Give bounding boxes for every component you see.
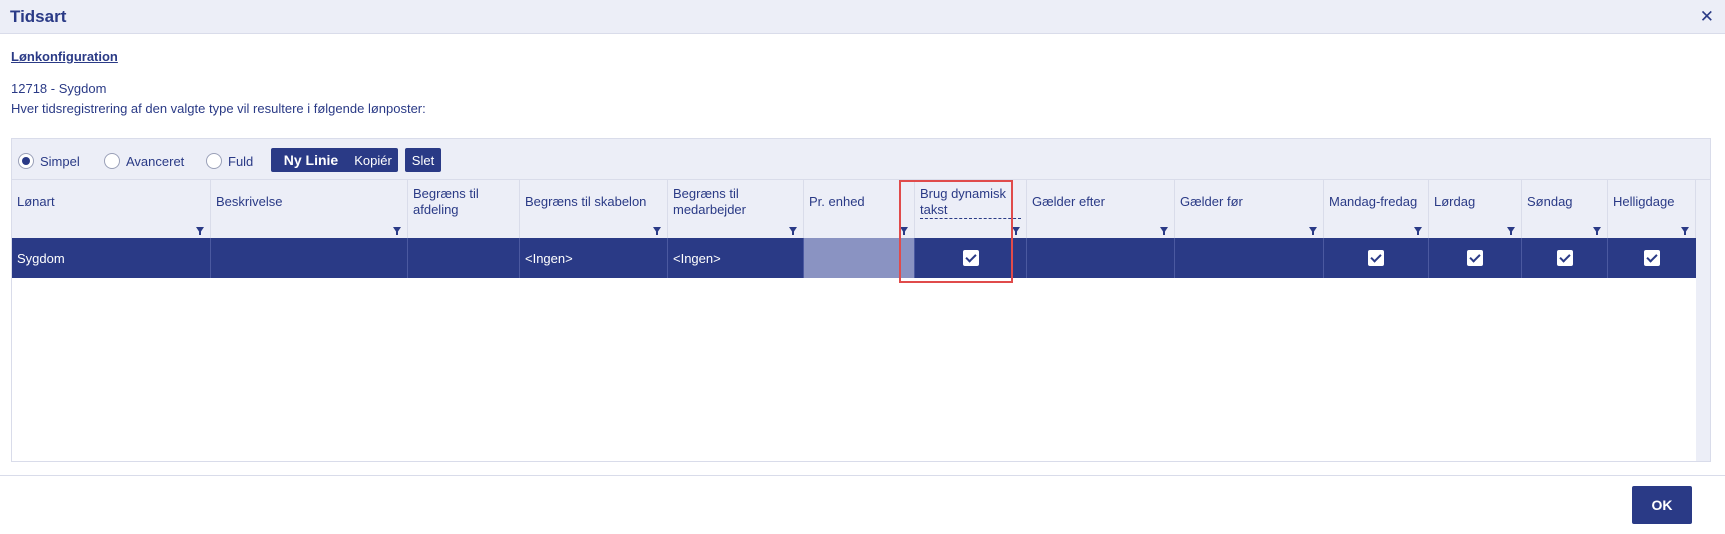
checkbox-checked-icon[interactable] xyxy=(1467,250,1483,266)
dialog-titlebar: Tidsart ✕ xyxy=(0,0,1725,34)
cell-dynamisk-takst[interactable] xyxy=(915,238,1027,278)
radio-avanceret-label: Avanceret xyxy=(126,153,185,169)
radio-simpel-label: Simpel xyxy=(40,153,80,169)
column-header-dynamisk-takst[interactable]: Brug dynamisk takst xyxy=(915,180,1027,238)
radio-avanceret[interactable]: Avanceret xyxy=(104,152,184,170)
close-icon[interactable]: ✕ xyxy=(1700,7,1714,27)
checkbox-checked-icon[interactable] xyxy=(1368,250,1384,266)
cell-afdeling[interactable] xyxy=(408,238,520,278)
filter-icon[interactable] xyxy=(1414,227,1422,235)
column-header-helligdage[interactable]: Helligdage xyxy=(1608,180,1696,238)
column-header-mandag-fredag[interactable]: Mandag-fredag xyxy=(1324,180,1429,238)
filter-icon[interactable] xyxy=(789,227,797,235)
checkbox-checked-icon[interactable] xyxy=(1644,250,1660,266)
cell-mandag-fredag[interactable] xyxy=(1324,238,1429,278)
checkbox-checked-icon[interactable] xyxy=(962,250,979,266)
salary-code-text: 12718 - Sygdom xyxy=(11,81,107,96)
radio-selected-icon xyxy=(18,153,34,169)
filter-icon[interactable] xyxy=(900,227,908,235)
radio-unselected-icon xyxy=(206,153,222,169)
cell-gaelder-efter[interactable] xyxy=(1027,238,1175,278)
cell-gaelder-for[interactable] xyxy=(1175,238,1324,278)
delete-button[interactable]: Slet xyxy=(405,148,441,172)
column-header-lordag[interactable]: Lørdag xyxy=(1429,180,1522,238)
description-text: Hver tidsregistrering af den valgte type… xyxy=(11,101,426,116)
table-row[interactable]: Sygdom <Ingen> <Ingen> xyxy=(12,238,1696,278)
new-line-button[interactable]: Ny Linie xyxy=(271,148,351,172)
filter-icon[interactable] xyxy=(196,227,204,235)
salary-grid: Lønart Beskrivelse Begræns til afdeling … xyxy=(12,180,1696,461)
tidsart-dialog: Tidsart ✕ Lønkonfiguration 12718 - Sygdo… xyxy=(0,0,1725,534)
cell-beskrivelse[interactable] xyxy=(211,238,408,278)
radio-fuld-label: Fuld xyxy=(228,153,254,169)
filter-icon[interactable] xyxy=(1160,227,1168,235)
filter-icon[interactable] xyxy=(1012,227,1020,235)
filter-icon[interactable] xyxy=(1309,227,1317,235)
dialog-title: Tidsart xyxy=(10,7,67,26)
grid-toolbar: Simpel Avanceret Fuld Ny Linie Kopiér Sl… xyxy=(12,139,1710,180)
config-panel: Simpel Avanceret Fuld Ny Linie Kopiér Sl… xyxy=(11,138,1711,462)
cell-lonart[interactable]: Sygdom xyxy=(12,238,211,278)
grid-scrollbar[interactable] xyxy=(1696,180,1710,461)
cell-sondag[interactable] xyxy=(1522,238,1608,278)
cell-medarbejder[interactable]: <Ingen> xyxy=(668,238,804,278)
copy-button[interactable]: Kopiér xyxy=(348,148,398,172)
checkbox-checked-icon[interactable] xyxy=(1556,250,1573,266)
footer-divider xyxy=(0,475,1725,476)
radio-simpel[interactable]: Simpel xyxy=(18,152,80,170)
column-header-medarbejder[interactable]: Begræns til medarbejder xyxy=(668,180,804,238)
cell-helligdage[interactable] xyxy=(1608,238,1696,278)
cell-pr-enhed[interactable] xyxy=(804,238,915,278)
filter-icon[interactable] xyxy=(1681,227,1689,235)
radio-fuld[interactable]: Fuld xyxy=(206,152,253,170)
filter-icon[interactable] xyxy=(1593,227,1601,235)
column-header-beskrivelse[interactable]: Beskrivelse xyxy=(211,180,408,238)
lonkonfiguration-link[interactable]: Lønkonfiguration xyxy=(11,49,118,64)
column-header-afdeling[interactable]: Begræns til afdeling xyxy=(408,180,520,238)
column-header-gaelder-for[interactable]: Gælder før xyxy=(1175,180,1324,238)
radio-unselected-icon xyxy=(104,153,120,169)
filter-icon[interactable] xyxy=(653,227,661,235)
filter-icon[interactable] xyxy=(1507,227,1515,235)
ok-button[interactable]: OK xyxy=(1632,486,1692,524)
cell-lordag[interactable] xyxy=(1429,238,1522,278)
filter-icon[interactable] xyxy=(393,227,401,235)
column-header-sondag[interactable]: Søndag xyxy=(1522,180,1608,238)
column-header-pr-enhed[interactable]: Pr. enhed xyxy=(804,180,915,238)
column-header-gaelder-efter[interactable]: Gælder efter xyxy=(1027,180,1175,238)
column-header-lonart[interactable]: Lønart xyxy=(12,180,211,238)
cell-skabelon[interactable]: <Ingen> xyxy=(520,238,668,278)
column-header-skabelon[interactable]: Begræns til skabelon xyxy=(520,180,668,238)
